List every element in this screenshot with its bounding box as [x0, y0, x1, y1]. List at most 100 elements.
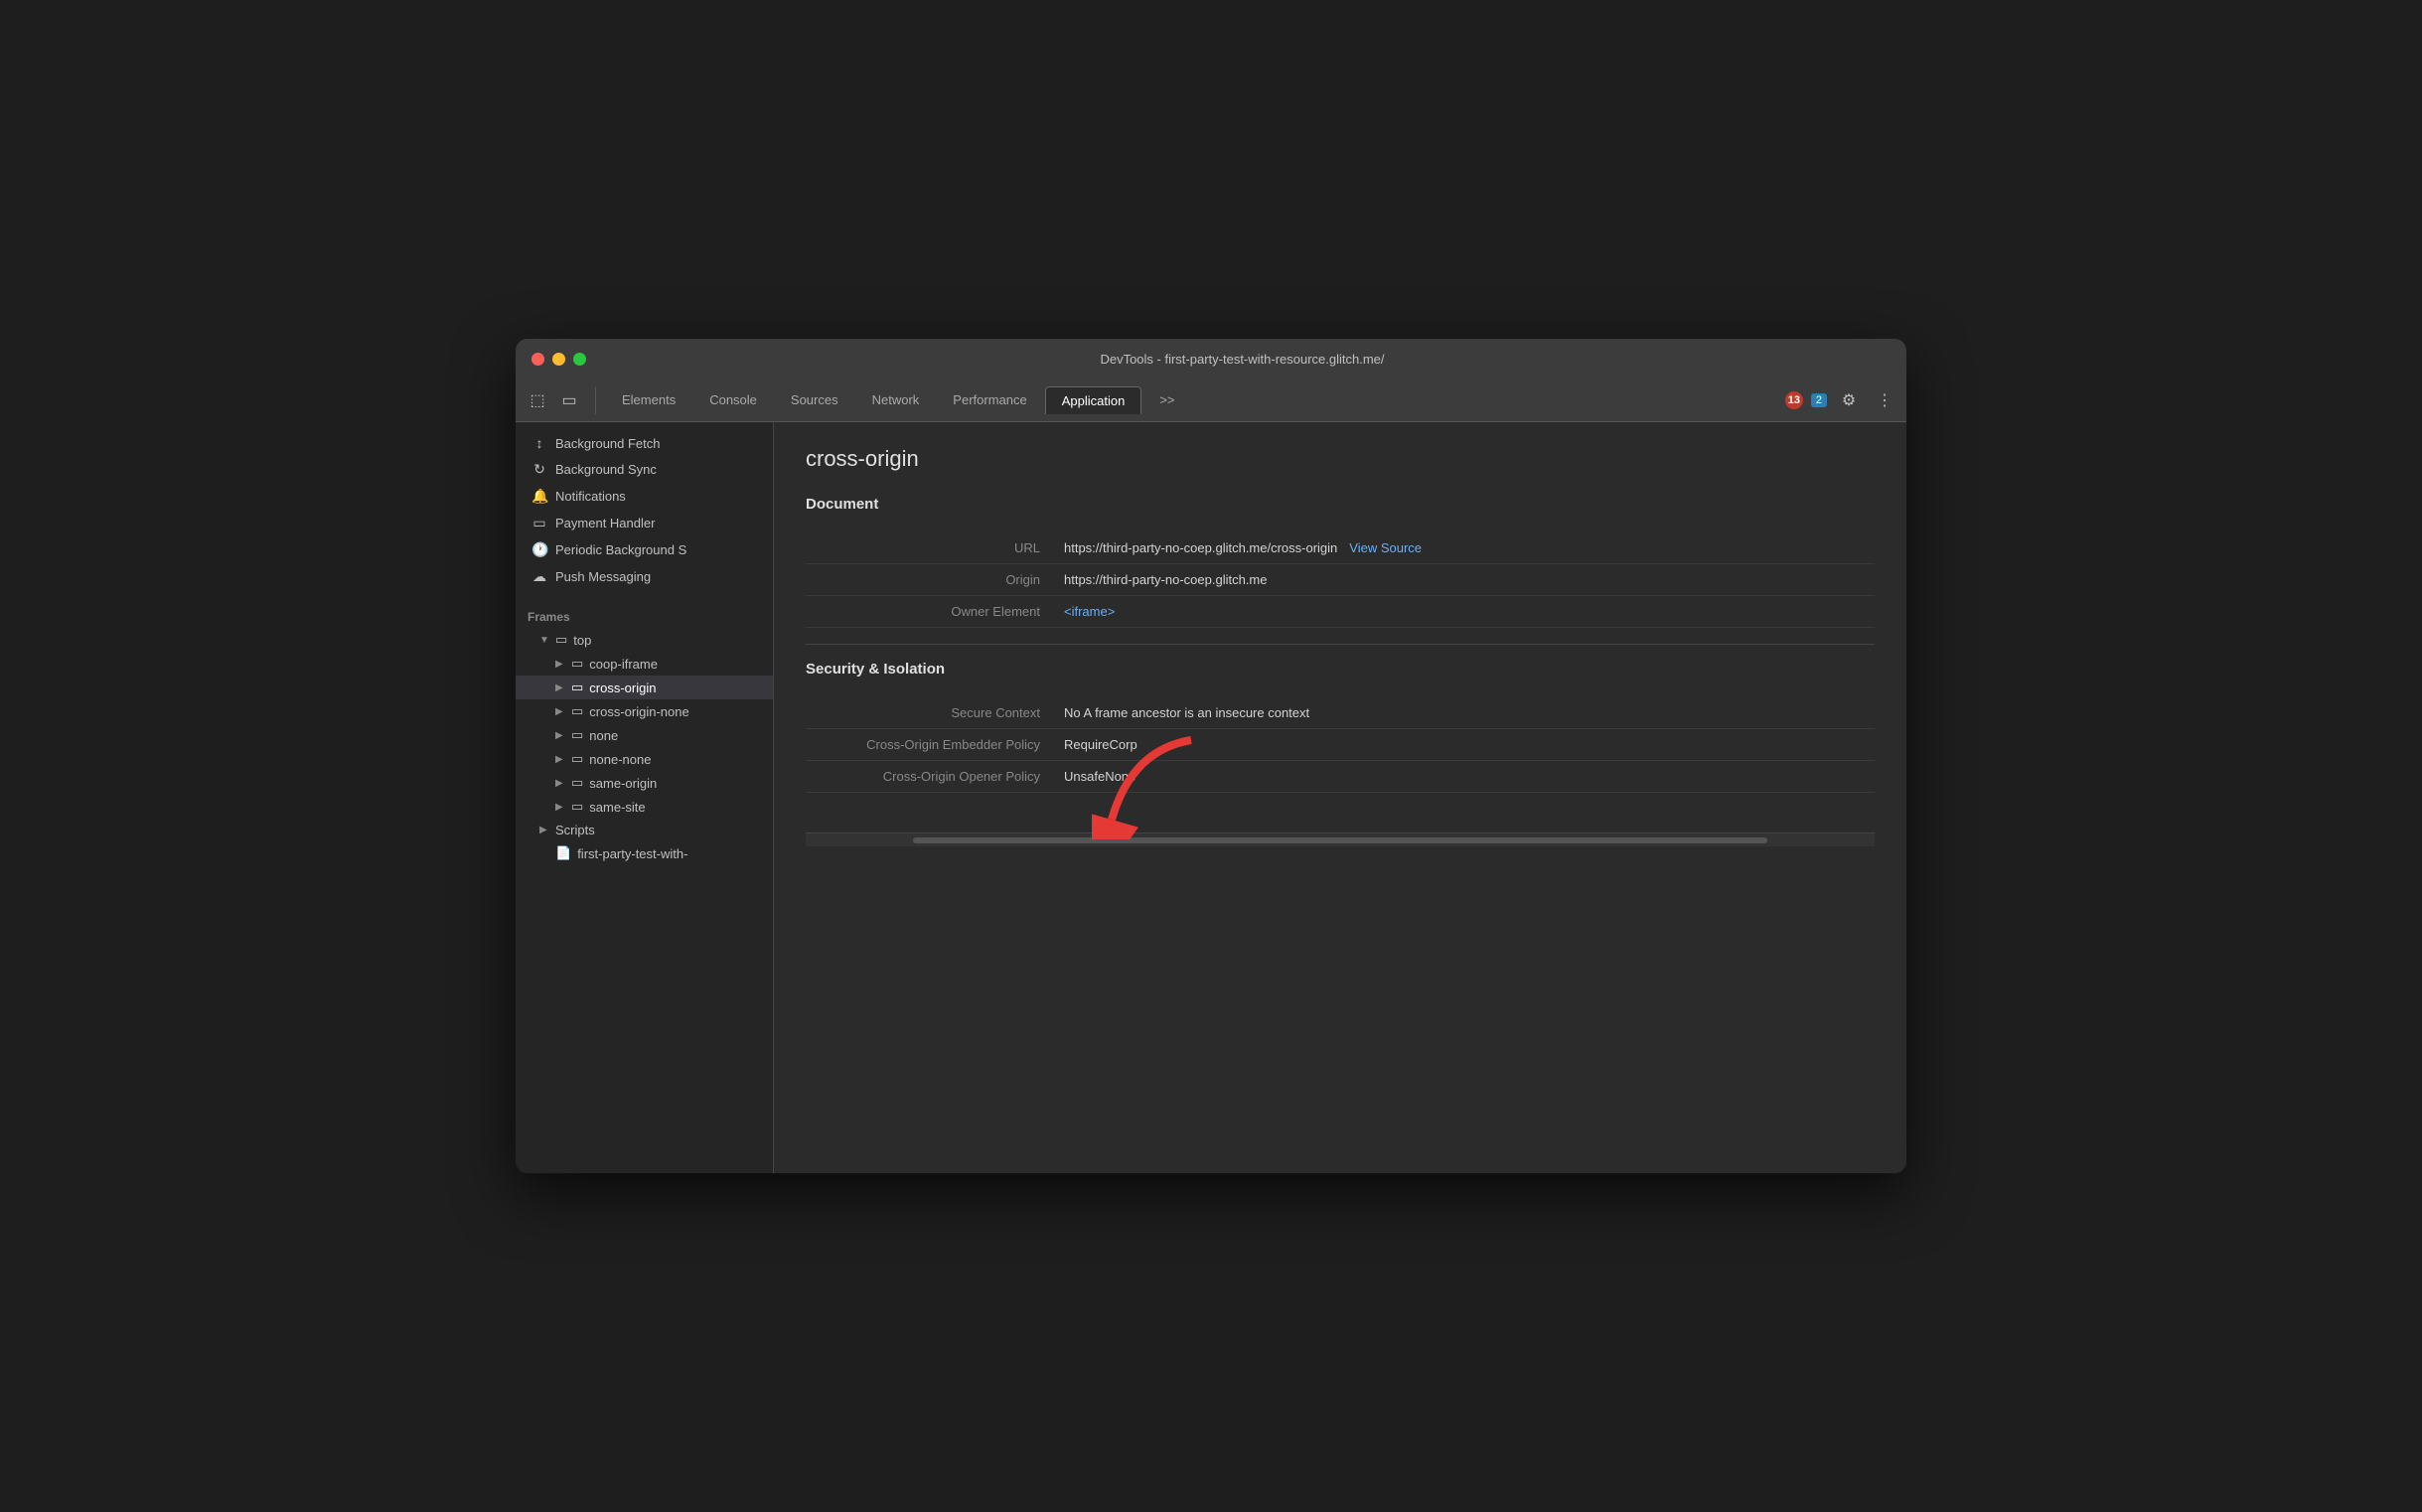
sidebar-label-payment-handler: Payment Handler — [555, 516, 655, 530]
chevron-right-icon: ▶ — [555, 802, 565, 813]
sidebar-item-background-fetch[interactable]: ↕ Background Fetch — [516, 430, 773, 456]
frame-same-site[interactable]: ▶ ▭ same-site — [516, 795, 773, 819]
info-row-origin: Origin https://third-party-no-coep.glitc… — [806, 564, 1875, 596]
content-area: ↕ Background Fetch ↻ Background Sync 🔔 N… — [516, 422, 1906, 1173]
sidebar: ↕ Background Fetch ↻ Background Sync 🔔 N… — [516, 422, 774, 1173]
owner-value: <iframe> — [1064, 604, 1115, 619]
coep-value: RequireCorp — [1064, 737, 1137, 752]
url-text: https://third-party-no-coep.glitch.me/cr… — [1064, 540, 1337, 555]
frame-coop-iframe[interactable]: ▶ ▭ coop-iframe — [516, 652, 773, 676]
info-row-owner: Owner Element <iframe> — [806, 596, 1875, 628]
scripts-label: Scripts — [555, 823, 595, 837]
frame-none-label: none — [589, 728, 618, 743]
coop-value: UnsafeNone — [1064, 769, 1135, 784]
tab-more[interactable]: >> — [1143, 386, 1190, 413]
owner-element-link[interactable]: <iframe> — [1064, 604, 1115, 619]
frame-none[interactable]: ▶ ▭ none — [516, 723, 773, 747]
secure-context-value: No A frame ancestor is an insecure conte… — [1064, 705, 1309, 720]
tab-network[interactable]: Network — [856, 386, 936, 413]
frame-folder-icon: ▭ — [571, 751, 583, 767]
info-row-url: URL https://third-party-no-coep.glitch.m… — [806, 532, 1875, 564]
sidebar-item-notifications[interactable]: 🔔 Notifications — [516, 483, 773, 510]
scripts-section[interactable]: ▶ Scripts — [516, 819, 773, 841]
frame-folder-icon: ▭ — [571, 680, 583, 695]
frame-same-origin-label: same-origin — [589, 776, 657, 791]
frames-section-header: Frames — [516, 602, 773, 628]
chevron-right-icon: ▶ — [555, 754, 565, 765]
sidebar-item-background-sync[interactable]: ↻ Background Sync — [516, 456, 773, 483]
sidebar-label-background-fetch: Background Fetch — [555, 436, 661, 451]
frame-same-site-label: same-site — [589, 800, 645, 815]
info-row-coep: Cross-Origin Embedder Policy RequireCorp — [806, 729, 1875, 761]
tab-application[interactable]: Application — [1045, 386, 1142, 414]
minimize-button[interactable] — [552, 353, 565, 366]
devtools-window: DevTools - first-party-test-with-resourc… — [516, 339, 1906, 1173]
origin-value: https://third-party-no-coep.glitch.me — [1064, 572, 1267, 587]
frame-same-origin[interactable]: ▶ ▭ same-origin — [516, 771, 773, 795]
background-sync-icon: ↻ — [531, 461, 547, 478]
info-row-secure-context: Secure Context No A frame ancestor is an… — [806, 697, 1875, 729]
maximize-button[interactable] — [573, 353, 586, 366]
file-icon: 📄 — [555, 845, 571, 861]
tab-elements[interactable]: Elements — [606, 386, 691, 413]
origin-label: Origin — [806, 572, 1064, 587]
background-fetch-icon: ↕ — [531, 435, 547, 451]
view-source-link[interactable]: View Source — [1349, 540, 1422, 555]
script-file[interactable]: 📄 first-party-test-with- — [516, 841, 773, 865]
frame-none-none[interactable]: ▶ ▭ none-none — [516, 747, 773, 771]
frame-cross-origin-label: cross-origin — [589, 680, 656, 695]
script-file-label: first-party-test-with- — [577, 846, 687, 861]
coep-label: Cross-Origin Embedder Policy — [806, 737, 1064, 752]
section-divider — [806, 644, 1875, 645]
tab-sources[interactable]: Sources — [775, 386, 854, 413]
frame-folder-icon: ▭ — [555, 632, 567, 648]
sidebar-label-background-sync: Background Sync — [555, 462, 657, 477]
payment-handler-icon: ▭ — [531, 515, 547, 531]
owner-label: Owner Element — [806, 604, 1064, 619]
more-options-icon[interactable]: ⋮ — [1871, 386, 1898, 414]
chevron-down-icon: ▼ — [539, 635, 549, 646]
scrollbar-thumb[interactable] — [913, 837, 1768, 843]
chevron-right-icon: ▶ — [555, 778, 565, 789]
sidebar-item-payment-handler[interactable]: ▭ Payment Handler — [516, 510, 773, 536]
frame-folder-icon: ▭ — [571, 799, 583, 815]
frame-folder-icon: ▭ — [571, 703, 583, 719]
cursor-icon[interactable]: ⬚ — [524, 386, 551, 414]
frame-cross-origin-none[interactable]: ▶ ▭ cross-origin-none — [516, 699, 773, 723]
horizontal-scrollbar[interactable] — [806, 832, 1875, 846]
secure-context-label: Secure Context — [806, 705, 1064, 720]
sidebar-label-push-messaging: Push Messaging — [555, 569, 651, 584]
warning-count-badge[interactable]: 2 — [1811, 393, 1827, 407]
frame-folder-icon: ▭ — [571, 775, 583, 791]
frame-cross-origin[interactable]: ▶ ▭ cross-origin — [516, 676, 773, 699]
close-button[interactable] — [531, 353, 544, 366]
main-content: cross-origin Document URL https://third-… — [774, 422, 1906, 1173]
chevron-right-icon: ▶ — [555, 730, 565, 741]
frame-top-label: top — [573, 633, 591, 648]
url-label: URL — [806, 540, 1064, 555]
tab-console[interactable]: Console — [693, 386, 773, 413]
document-section-title: Document — [806, 496, 1875, 513]
sidebar-item-periodic-background[interactable]: 🕐 Periodic Background S — [516, 536, 773, 563]
devtools-toolbar: ⬚ ▭ Elements Console Sources Network Per… — [516, 378, 1906, 422]
periodic-background-icon: 🕐 — [531, 541, 547, 558]
frame-coop-iframe-label: coop-iframe — [589, 657, 658, 672]
security-section-title: Security & Isolation — [806, 661, 1875, 678]
frames-top[interactable]: ▼ ▭ top — [516, 628, 773, 652]
url-value: https://third-party-no-coep.glitch.me/cr… — [1064, 540, 1422, 555]
chevron-right-icon: ▶ — [555, 706, 565, 717]
sidebar-label-periodic-background: Periodic Background S — [555, 542, 686, 557]
toolbar-right: 13 2 ⚙ ⋮ — [1785, 386, 1898, 414]
coop-label: Cross-Origin Opener Policy — [806, 769, 1064, 784]
error-count-badge[interactable]: 13 — [1785, 391, 1803, 409]
settings-icon[interactable]: ⚙ — [1835, 386, 1863, 414]
tab-performance[interactable]: Performance — [937, 386, 1042, 413]
sidebar-label-notifications: Notifications — [555, 489, 626, 504]
page-title: cross-origin — [806, 446, 1875, 472]
sidebar-item-push-messaging[interactable]: ☁ Push Messaging — [516, 563, 773, 590]
frame-folder-icon: ▭ — [571, 656, 583, 672]
origin-text: https://third-party-no-coep.glitch.me — [1064, 572, 1267, 587]
push-messaging-icon: ☁ — [531, 568, 547, 585]
frame-none-none-label: none-none — [589, 752, 651, 767]
device-icon[interactable]: ▭ — [555, 386, 583, 414]
